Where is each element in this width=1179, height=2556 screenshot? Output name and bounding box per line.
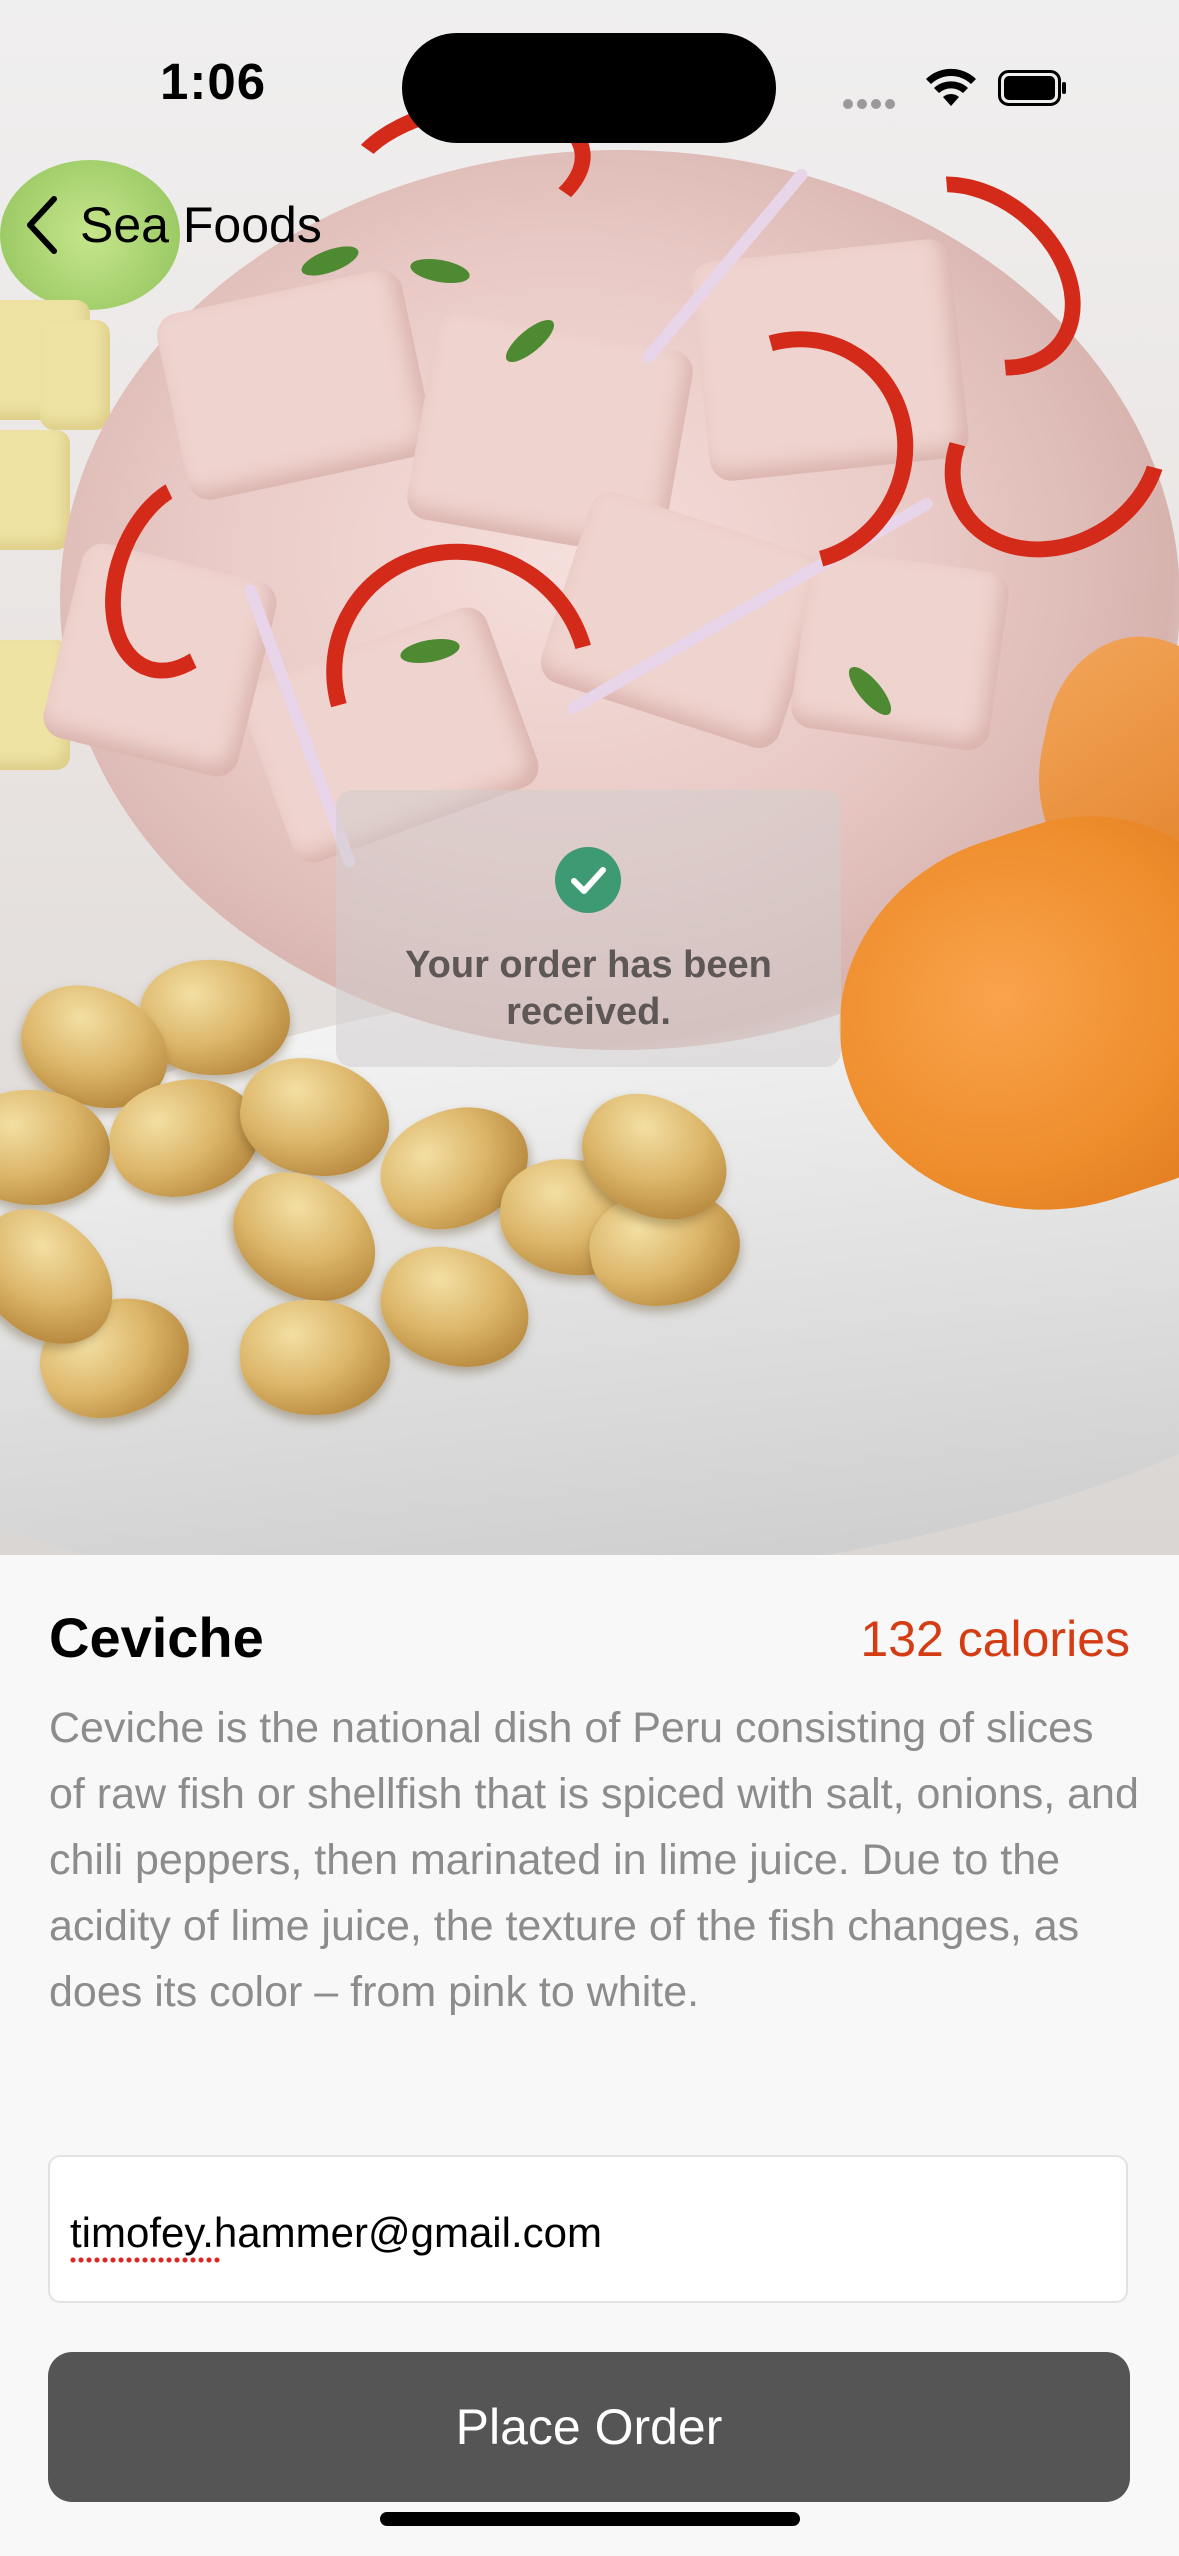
spellcheck-underline <box>70 2257 220 2263</box>
order-confirmation-toast: Your order has been received. <box>336 790 841 1067</box>
potato-shape <box>0 430 70 550</box>
corn-kernel <box>240 1300 390 1415</box>
toast-message: Your order has been received. <box>405 944 772 1033</box>
battery-icon <box>998 70 1066 106</box>
email-field[interactable]: timofey.hammer@gmail.com <box>48 2155 1128 2303</box>
potato-shape <box>40 320 110 430</box>
cellular-signal-icon <box>843 96 899 114</box>
status-bar: 1:06 <box>0 0 1179 170</box>
dish-title: Ceviche <box>49 1606 264 1669</box>
dish-details: Ceviche 132 calories Ceviche is the nati… <box>0 1555 1179 2556</box>
checkmark-circle-icon <box>555 847 621 913</box>
dish-description: Ceviche is the national dish of Peru con… <box>49 1704 1139 2016</box>
fish-chunk <box>788 546 1012 754</box>
chevron-left-icon <box>27 196 57 254</box>
email-value: timofey.hammer@gmail.com <box>70 2209 602 2256</box>
wifi-icon <box>926 68 976 106</box>
dynamic-island <box>402 33 776 143</box>
back-button[interactable]: Sea Foods <box>24 195 322 255</box>
status-time: 1:06 <box>160 53 267 110</box>
place-order-button[interactable]: Place Order <box>48 2352 1130 2502</box>
home-indicator <box>380 2512 800 2526</box>
calories-label: 132 calories <box>860 1611 1130 1667</box>
back-button-label: Sea Foods <box>80 197 322 253</box>
